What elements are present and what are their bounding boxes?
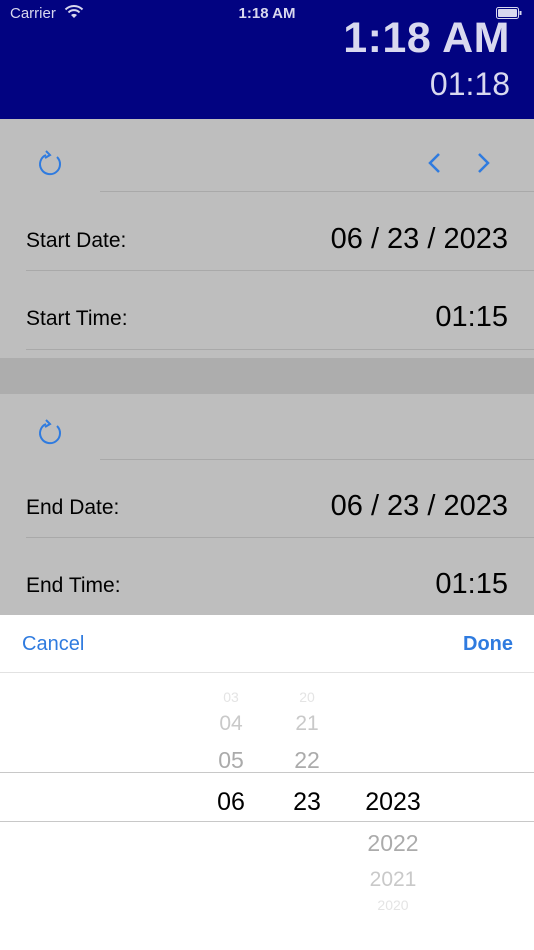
done-button[interactable]: Done bbox=[463, 633, 513, 656]
wheel-item-selected: 2023 bbox=[365, 788, 421, 816]
refresh-icon[interactable] bbox=[36, 149, 64, 179]
start-time-value[interactable]: 01:15 bbox=[435, 301, 508, 334]
divider bbox=[26, 537, 534, 538]
content-area: Start Date: 06 / 23 / 2023 Start Time: 0… bbox=[0, 119, 534, 615]
end-time-value[interactable]: 01:15 bbox=[435, 568, 508, 601]
divider bbox=[26, 270, 534, 271]
clock-main: 1:18 AM bbox=[343, 14, 510, 62]
end-toolbar bbox=[0, 394, 534, 466]
year-wheel[interactable]: 2023 2022 2021 2020 bbox=[293, 685, 421, 935]
start-date-label: Start Date: bbox=[26, 229, 127, 252]
month-wheel[interactable]: 03 04 05 06 bbox=[151, 685, 245, 935]
app-header: Carrier 1:18 AM 1:18 AM 01:18 bbox=[0, 0, 534, 119]
wheel-item: 2022 bbox=[367, 830, 419, 856]
wheel-item: 2020 bbox=[377, 897, 409, 913]
end-section: End Date: 06 / 23 / 2023 End Time: 01:15 bbox=[0, 394, 534, 615]
end-date-label: End Date: bbox=[26, 496, 120, 519]
divider bbox=[100, 459, 534, 460]
cancel-button[interactable]: Cancel bbox=[22, 633, 84, 656]
wheel-item: 2021 bbox=[369, 868, 417, 891]
start-section: Start Date: 06 / 23 / 2023 Start Time: 0… bbox=[0, 119, 534, 358]
end-time-label: End Time: bbox=[26, 574, 121, 597]
section-separator bbox=[0, 358, 534, 394]
start-date-value[interactable]: 06 / 23 / 2023 bbox=[331, 223, 508, 256]
start-toolbar bbox=[0, 119, 534, 191]
picker-toolbar: Cancel Done bbox=[0, 615, 534, 673]
end-date-value[interactable]: 06 / 23 / 2023 bbox=[331, 490, 508, 523]
divider bbox=[100, 191, 534, 192]
divider bbox=[26, 349, 534, 350]
clock-24h: 01:18 bbox=[429, 66, 510, 102]
chevron-right-icon[interactable] bbox=[472, 151, 494, 175]
start-time-label: Start Time: bbox=[26, 307, 128, 330]
date-picker-sheet: Cancel Done 03 04 05 06 20 21 22 23 2023… bbox=[0, 615, 534, 950]
refresh-icon[interactable] bbox=[36, 418, 64, 448]
chevron-left-icon[interactable] bbox=[424, 151, 446, 175]
